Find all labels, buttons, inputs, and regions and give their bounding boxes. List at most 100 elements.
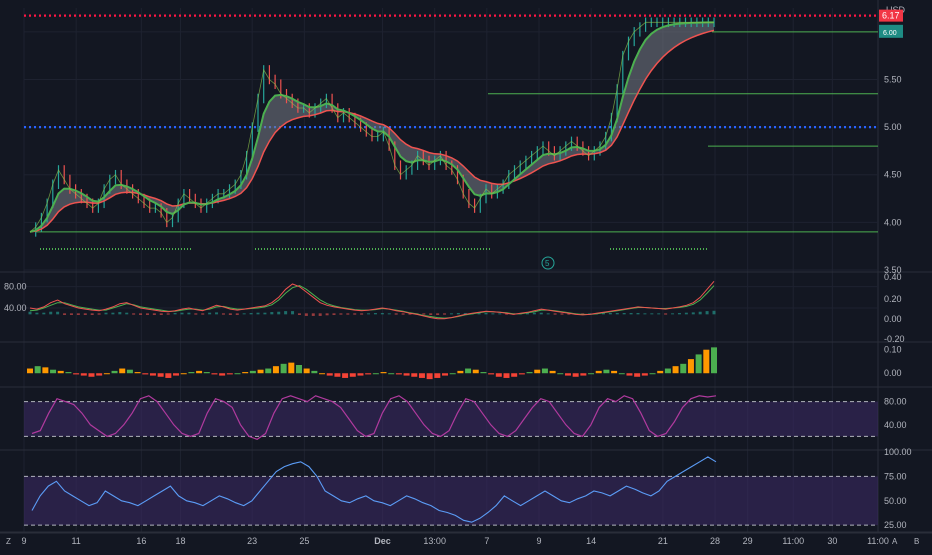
session-marker-label: 5 xyxy=(545,259,550,268)
osc1-histogram-bar xyxy=(608,313,612,315)
osc1-histogram-bar xyxy=(650,313,654,315)
osc1-histogram-bar xyxy=(332,313,336,315)
osc2-bar xyxy=(96,373,103,376)
osc2-bar xyxy=(695,354,702,374)
x-tick-label: 7 xyxy=(484,536,489,546)
osc1-histogram-bar xyxy=(270,312,274,315)
osc1-histogram-bar xyxy=(698,311,702,315)
osc2-bar xyxy=(219,373,226,376)
osc2-bar xyxy=(634,373,641,377)
osc2-bar xyxy=(526,372,533,374)
osc1-histogram-bar xyxy=(173,313,177,315)
osc2-bar xyxy=(365,373,372,375)
zoom-icon: Z xyxy=(6,537,11,546)
osc1-histogram-bar xyxy=(373,313,377,315)
osc2-bar xyxy=(603,369,610,374)
osc1-histogram-bar xyxy=(97,313,101,315)
osc1-histogram-bar xyxy=(249,313,253,315)
osc1-histogram-bar xyxy=(284,311,288,315)
rsi-right-tick: 75.00 xyxy=(884,471,907,481)
osc2-bar xyxy=(303,368,310,374)
osc2-right-tick: 0.00 xyxy=(884,368,902,378)
osc1-histogram-bar xyxy=(484,313,488,315)
osc2-bar xyxy=(564,373,571,376)
x-tick-label: 30 xyxy=(827,536,837,546)
osc1-histogram-bar xyxy=(498,313,502,315)
osc1-histogram-bar xyxy=(443,313,447,315)
osc2-bar xyxy=(618,373,625,375)
osc1-histogram-bar xyxy=(449,313,453,315)
osc1-histogram-bar xyxy=(166,313,170,315)
osc2-bar xyxy=(234,373,241,375)
osc1-histogram-bar xyxy=(152,313,156,315)
osc1-histogram-bar xyxy=(360,313,364,315)
osc2-bar xyxy=(395,373,402,375)
osc1-histogram-bar xyxy=(657,313,661,315)
osc2-bar xyxy=(265,368,272,374)
osc2-bar xyxy=(549,370,556,374)
osc1-histogram-bar xyxy=(159,313,163,315)
osc1-histogram-bar xyxy=(429,313,433,315)
stoch-right-tick: 40.00 xyxy=(884,420,907,430)
osc2-bar xyxy=(73,373,80,375)
osc1-histogram-bar xyxy=(291,311,295,315)
price-tick-label: 4.50 xyxy=(884,170,902,180)
osc1-histogram-bar xyxy=(125,312,129,315)
stoch-band xyxy=(24,401,878,437)
osc2-bar xyxy=(342,373,349,378)
osc2-bar xyxy=(272,366,279,374)
osc2-bar xyxy=(257,369,264,374)
x-tick-label: 28 xyxy=(710,536,720,546)
x-tick-label: 23 xyxy=(247,536,257,546)
osc2-bar xyxy=(503,373,510,378)
osc1-histogram-bar xyxy=(353,313,357,315)
osc2-bar xyxy=(680,363,687,374)
stoch-right-tick: 80.00 xyxy=(884,397,907,407)
osc1-histogram-bar xyxy=(691,312,695,315)
osc1-histogram-bar xyxy=(387,313,391,315)
rsi-right-tick: 100.00 xyxy=(884,447,912,457)
osc1-histogram-bar xyxy=(49,311,53,315)
osc2-bar xyxy=(672,366,679,374)
osc2-bar xyxy=(111,370,118,374)
x-tick-label: 11:00 xyxy=(782,536,804,546)
osc1-histogram-bar xyxy=(83,313,87,315)
osc1-histogram-bar xyxy=(671,313,675,315)
osc2-bar xyxy=(495,373,502,377)
osc2-bar xyxy=(242,372,249,374)
osc2-bar xyxy=(280,363,287,374)
osc2-bar xyxy=(534,369,541,374)
osc1-histogram-bar xyxy=(622,313,626,315)
osc1-histogram-bar xyxy=(297,313,301,315)
osc2-bar xyxy=(180,373,187,375)
osc2-bar xyxy=(511,373,518,377)
osc2-bar xyxy=(226,373,233,375)
osc2-bar xyxy=(134,372,141,374)
price-tick-label: 5.50 xyxy=(884,74,902,84)
osc2-bar xyxy=(426,373,433,380)
osc2-bar xyxy=(657,370,664,374)
osc2-bar xyxy=(157,373,164,377)
osc2-bar xyxy=(388,373,395,375)
osc1-histogram-bar xyxy=(111,312,115,315)
osc1-histogram-bar xyxy=(201,313,205,315)
osc1-histogram-bar xyxy=(221,313,225,315)
osc1-right-tick: 0.00 xyxy=(884,314,902,324)
osc1-histogram-bar xyxy=(456,313,460,315)
osc1-histogram-bar xyxy=(664,313,668,315)
chart-background xyxy=(0,0,932,550)
osc1-histogram-bar xyxy=(553,313,557,315)
osc2-bar xyxy=(334,373,341,377)
price-tick-label: 4.00 xyxy=(884,217,902,227)
x-tick-label: 9 xyxy=(536,536,541,546)
osc1-histogram-bar xyxy=(194,313,198,315)
chart-svg: 6.005.505.004.504.003.505USD6.176.0080.0… xyxy=(0,0,932,550)
osc1-histogram-bar xyxy=(712,310,716,315)
osc2-bar xyxy=(173,373,180,376)
osc2-bar xyxy=(188,372,195,374)
osc2-bar xyxy=(664,368,671,374)
osc2-bar xyxy=(88,373,95,377)
x-tick-label: 25 xyxy=(299,536,309,546)
osc1-histogram-bar xyxy=(436,313,440,315)
osc1-histogram-bar xyxy=(56,311,60,315)
